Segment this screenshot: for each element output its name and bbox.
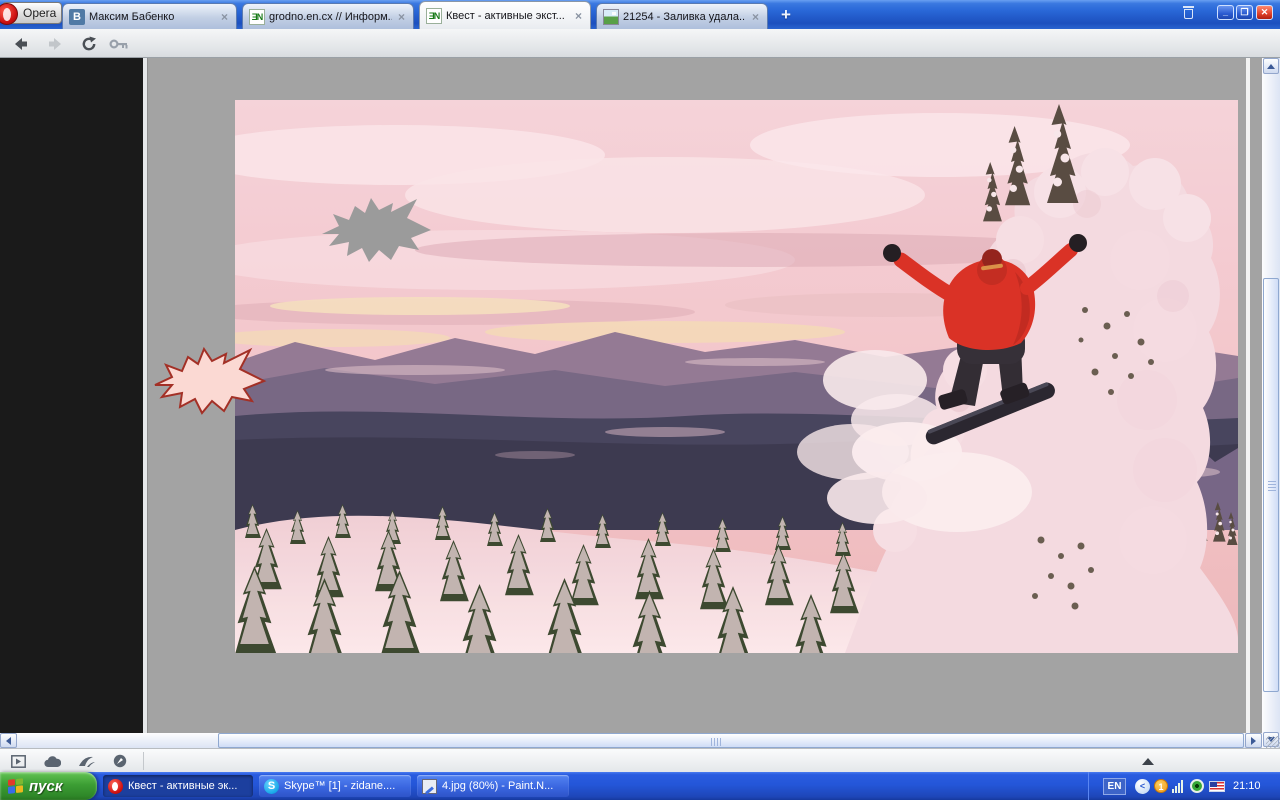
start-button[interactable]: пуск xyxy=(0,772,97,800)
tab-image-21254[interactable]: 21254 - Заливка удала... × xyxy=(596,3,768,29)
close-button[interactable]: ✕ xyxy=(1256,5,1273,20)
forward-arrow-icon xyxy=(49,37,61,50)
address-toolbar: Веб online.quest.ua /GameEngine.aspx ▼ xyxy=(0,29,1280,84)
browser-window: Opera B Максим Бабенко × ƎN grodno.en.cx… xyxy=(0,0,1280,800)
windows-taskbar: пуск Квест - активные эк... S Skype™ [1]… xyxy=(0,772,1280,800)
windows-logo-icon xyxy=(8,777,24,795)
paintnet-icon xyxy=(422,778,437,794)
statusbar-separator xyxy=(143,752,144,770)
scroll-up-button[interactable] xyxy=(1263,58,1279,74)
skype-icon: S xyxy=(264,778,279,794)
taskbar-button-label: Квест - активные эк... xyxy=(128,780,238,792)
forward-button[interactable] xyxy=(44,33,66,54)
horizontal-scroll-thumb[interactable] xyxy=(218,733,1244,748)
tray-clock[interactable]: 21:10 xyxy=(1233,780,1261,792)
puzzle-piece-pink[interactable] xyxy=(150,344,268,418)
page-divider xyxy=(143,58,148,733)
page-black-sidebar xyxy=(0,58,143,733)
panel-icon xyxy=(10,754,26,768)
image-favicon xyxy=(603,8,619,25)
left-arrow-icon xyxy=(6,736,11,745)
cloud-icon xyxy=(44,755,61,767)
new-tab-button[interactable]: + xyxy=(776,6,796,24)
restore-button[interactable]: ❐ xyxy=(1236,5,1253,20)
status-bar xyxy=(0,748,1280,772)
page-right-edge xyxy=(1246,58,1250,733)
tab-quest-active[interactable]: ƎN Квест - активные экст... × xyxy=(419,1,591,29)
vertical-scrollbar[interactable] xyxy=(1262,58,1280,748)
scroll-left-button[interactable] xyxy=(0,733,17,748)
panels-toggle-button[interactable] xyxy=(8,753,28,769)
thumb-grip xyxy=(1268,481,1276,493)
opera-logo-icon xyxy=(0,3,18,25)
skype-tray-icon[interactable]: 1 xyxy=(1154,779,1168,793)
closed-tabs-trash-icon[interactable] xyxy=(1181,6,1196,20)
right-arrow-icon xyxy=(1251,736,1256,745)
taskbar-button-label: 4.jpg (80%) - Paint.N... xyxy=(442,780,554,792)
tab-close-icon[interactable]: × xyxy=(396,10,407,24)
system-tray: EN < 1 21:10 xyxy=(1088,772,1280,800)
tab-close-icon[interactable]: × xyxy=(573,9,584,23)
up-arrow-icon xyxy=(1267,63,1275,69)
opera-menu-button[interactable]: Opera xyxy=(0,2,62,25)
thumb-grip xyxy=(711,738,723,746)
reload-icon xyxy=(82,36,96,50)
language-indicator[interactable]: EN xyxy=(1103,777,1126,795)
taskbar-button-label: Skype™ [1] - zidane.... xyxy=(284,780,396,792)
wand-key-icon[interactable] xyxy=(108,33,130,54)
back-arrow-icon xyxy=(15,37,27,50)
opera-link-button[interactable] xyxy=(110,753,130,769)
flag-tray-icon[interactable] xyxy=(1209,780,1225,792)
resize-grip[interactable] xyxy=(1266,736,1280,748)
tab-title: Квест - активные экст... xyxy=(446,9,565,22)
vertical-scroll-thumb[interactable] xyxy=(1263,278,1279,692)
fit-to-width-button[interactable] xyxy=(1142,758,1154,765)
hide-icons-chevron[interactable]: < xyxy=(1135,778,1150,794)
tab-grodno[interactable]: ƎN grodno.en.cx // Информ... × xyxy=(242,3,414,29)
title-tab-bar: Opera B Максим Бабенко × ƎN grodno.en.cx… xyxy=(0,0,1280,29)
tab-close-icon[interactable]: × xyxy=(219,10,230,24)
turbo-swoosh-icon xyxy=(79,756,95,767)
reload-button[interactable] xyxy=(78,33,100,54)
compass-icon xyxy=(113,754,127,768)
back-button[interactable] xyxy=(10,33,32,54)
opera-unite-button[interactable] xyxy=(42,753,62,769)
start-label: пуск xyxy=(29,777,63,795)
opera-turbo-button[interactable] xyxy=(77,753,97,769)
tab-close-icon[interactable]: × xyxy=(750,10,761,24)
opera-menu-label: Opera xyxy=(23,6,57,20)
opera-icon xyxy=(108,778,123,794)
network-signal-icon[interactable] xyxy=(1172,779,1186,793)
taskbar-button-paintnet[interactable]: 4.jpg (80%) - Paint.N... xyxy=(417,775,569,797)
taskbar-button-skype[interactable]: S Skype™ [1] - zidane.... xyxy=(259,775,411,797)
puzzle-game-photo xyxy=(235,100,1238,653)
minimize-button[interactable]: _ xyxy=(1217,5,1234,20)
page-viewport xyxy=(0,58,1262,733)
tab-title: grodno.en.cx // Информ... xyxy=(269,10,392,23)
vk-favicon: B xyxy=(69,8,85,25)
tab-title: 21254 - Заливка удала... xyxy=(623,10,746,23)
encounter-favicon: ƎN xyxy=(426,7,442,24)
tab-title: Максим Бабенко xyxy=(89,10,175,23)
scroll-right-button[interactable] xyxy=(1245,733,1262,748)
taskbar-button-opera[interactable]: Квест - активные эк... xyxy=(103,775,253,797)
tab-vk[interactable]: B Максим Бабенко × xyxy=(62,3,237,29)
horizontal-scrollbar[interactable] xyxy=(0,733,1262,748)
encounter-favicon: ƎN xyxy=(249,8,265,25)
antivirus-tray-icon[interactable] xyxy=(1190,779,1204,793)
